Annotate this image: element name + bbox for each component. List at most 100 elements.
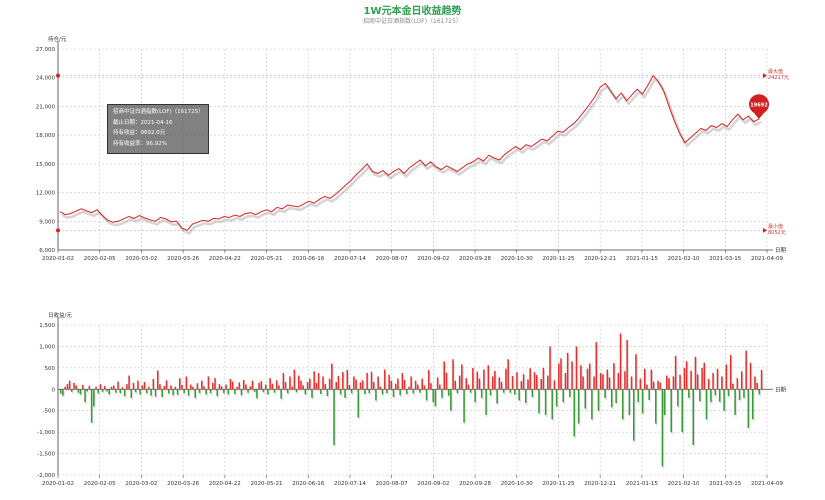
daily-earning-bar	[66, 384, 69, 390]
daily-earning-bar	[577, 389, 580, 424]
daily-earning-bar	[88, 385, 91, 390]
daily-earning-bar	[551, 389, 553, 420]
daily-earning-bar	[381, 389, 384, 395]
daily-earning-bar	[344, 389, 346, 398]
daily-earning-bar	[328, 378, 331, 390]
y-tick-label: 24,000	[36, 76, 56, 82]
daily-earning-bar	[672, 376, 675, 390]
daily-earning-bar	[333, 389, 335, 445]
daily-earning-bar	[377, 376, 379, 390]
y-tick-label: 18,000	[36, 133, 56, 139]
daily-earning-bar	[112, 385, 115, 390]
daily-earning-bar	[615, 389, 617, 403]
daily-earning-bar	[749, 362, 752, 390]
bar-chart: -2,000 -1,500 -1,000 -500 0 500 1,000 1,500 2020…	[37, 311, 786, 487]
x-tick-label: 2021-01-15	[626, 256, 658, 262]
daily-earning-bar	[205, 389, 207, 395]
daily-earning-bar	[613, 363, 615, 390]
y-tick-label: -1,000	[37, 430, 55, 436]
daily-earning-bar	[624, 371, 626, 390]
tooltip: 招商中证白酒指数(LOF)（161725） 截止日期：2021-04-16 持有…	[107, 104, 209, 154]
daily-earning-bar	[264, 384, 267, 390]
daily-earning-bar	[183, 389, 185, 394]
daily-earning-bar	[337, 376, 340, 390]
daily-earning-bar	[372, 382, 375, 390]
daily-earning-bar	[549, 346, 551, 390]
daily-earning-bar	[553, 380, 556, 390]
daily-earning-bar	[644, 368, 646, 390]
daily-earning-bar	[108, 389, 111, 395]
daily-earning-bar	[476, 371, 479, 390]
daily-earning-bar	[754, 376, 756, 390]
max-ref-dot	[56, 73, 60, 78]
min-ref-arrow	[763, 227, 767, 233]
daily-earning-bar	[491, 376, 494, 390]
daily-earning-bar	[275, 380, 278, 390]
x-tick-label: 2021-03-15	[709, 256, 741, 262]
daily-earning-bar	[632, 389, 635, 441]
daily-earning-bar	[478, 378, 481, 390]
daily-earning-bar	[417, 384, 419, 390]
daily-earning-bar	[648, 389, 650, 400]
daily-earning-bar	[626, 340, 628, 390]
daily-earning-bar	[659, 382, 661, 390]
x-tick-label: 2020-02-05	[84, 256, 116, 262]
daily-earning-bar	[412, 389, 415, 394]
daily-earning-bar	[527, 379, 529, 390]
daily-earning-bar	[176, 389, 179, 395]
x-tick-label: 2020-05-21	[251, 256, 283, 262]
daily-earning-bar	[727, 389, 730, 397]
x-tick-label: 2020-01-02	[42, 256, 74, 262]
x-tick-label: 2021-03-15	[709, 481, 741, 487]
x-tick-label: 2020-10-30	[501, 256, 533, 262]
daily-earning-bar	[117, 381, 119, 390]
daily-earning-bar	[617, 373, 620, 390]
daily-earning-bar	[485, 389, 487, 415]
x-tick-label: 2021-02-10	[668, 481, 700, 487]
daily-earning-bar	[399, 389, 401, 396]
daily-earning-bar	[167, 389, 170, 394]
daily-earning-bar	[214, 378, 216, 390]
daily-earning-bar	[115, 389, 117, 393]
daily-earning-bar	[405, 389, 408, 394]
daily-earning-bar	[258, 382, 260, 390]
daily-earning-bar	[110, 386, 113, 390]
daily-earning-bar	[64, 386, 66, 390]
daily-earning-bar	[619, 333, 622, 390]
x-tick-label: 2020-12-21	[584, 481, 616, 487]
daily-earning-bar	[677, 389, 679, 407]
daily-earning-bar	[289, 376, 291, 390]
daily-earning-bar	[174, 386, 177, 390]
daily-earning-bar	[216, 389, 219, 397]
y-tick-label: 21,000	[36, 104, 56, 110]
daily-earning-bar	[723, 389, 725, 411]
tooltip-rate: 持有收益率：96.92%	[113, 140, 167, 147]
x-tick-label: 2020-11-25	[542, 481, 574, 487]
tooltip-date: 截止日期：2021-04-16	[113, 119, 173, 126]
x-tick-label: 2020-09-28	[459, 481, 491, 487]
daily-earning-bar	[137, 380, 139, 390]
daily-earning-bar	[225, 384, 227, 390]
daily-earning-bar	[82, 385, 84, 390]
daily-earning-bar	[467, 384, 470, 390]
daily-earning-bar	[701, 367, 703, 390]
daily-earning-bar	[119, 389, 122, 394]
daily-earning-bar	[134, 389, 137, 393]
daily-earning-bar	[738, 389, 741, 400]
tooltip-fund: 招商中证白酒指数(LOF)（161725）	[113, 109, 204, 115]
daily-earning-bar	[747, 389, 750, 428]
daily-earning-bar	[529, 368, 531, 390]
daily-earning-bar	[229, 379, 232, 390]
daily-earning-bar	[123, 389, 126, 397]
daily-earning-bar	[443, 361, 445, 390]
chart-canvas: 6,000 9,000 12,000 15,000 18,000 21,000 24,000…	[36, 35, 789, 487]
daily-earning-bar	[361, 380, 364, 390]
daily-earning-bar	[628, 389, 631, 415]
daily-earning-bar	[95, 386, 97, 390]
daily-earning-bar	[641, 389, 644, 414]
daily-earning-bar	[483, 369, 485, 390]
daily-earning-bar	[588, 363, 591, 390]
daily-earning-bar	[610, 389, 613, 408]
x-tick-label: 2020-06-16	[292, 481, 324, 487]
x-tick-label: 2020-08-07	[376, 481, 408, 487]
